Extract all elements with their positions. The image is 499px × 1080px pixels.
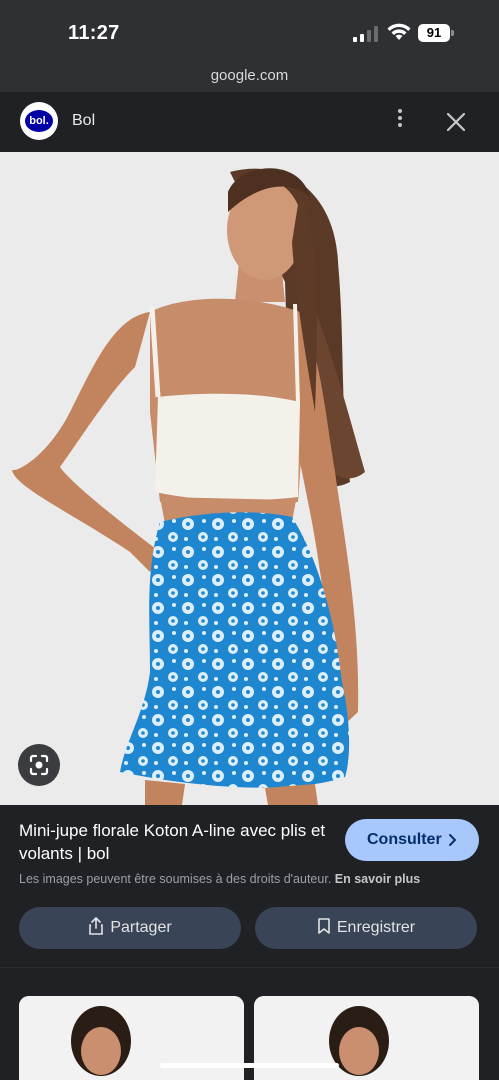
learn-more-link[interactable]: En savoir plus [335,872,420,886]
source-name[interactable]: Bol [72,112,95,130]
status-bar: 11:27 91 [0,0,499,62]
battery-icon: 91 [418,24,454,42]
bol-logo-text: bol. [25,110,53,132]
wifi-icon [387,23,411,40]
bol-logo[interactable]: bol. [20,102,58,140]
close-icon[interactable] [442,108,470,136]
url-bar[interactable]: google.com [0,62,499,92]
battery-level: 91 [418,24,450,42]
chevron-right-icon [449,834,457,846]
more-vertical-icon[interactable] [388,106,412,136]
share-icon [89,916,104,935]
share-button[interactable]: Partager [19,907,241,949]
url-text: google.com [210,67,289,84]
save-button[interactable]: Enregistrer [255,907,477,949]
status-time: 11:27 [68,22,120,44]
product-image[interactable] [0,152,499,805]
copyright-notice: Les images peuvent être soumises à des d… [19,872,489,886]
bookmark-icon [318,917,330,934]
result-info-panel: Mini-jupe florale Koton A-line avec plis… [0,805,499,967]
model-photo [0,152,499,805]
home-indicator[interactable] [160,1063,339,1068]
share-button-label: Partager [110,919,172,936]
save-button-label: Enregistrer [336,919,416,936]
consult-button-label: Consulter [367,831,442,848]
result-title[interactable]: Mini-jupe florale Koton A-line avec plis… [19,819,331,865]
consult-button[interactable]: Consulter [345,819,479,861]
google-lens-icon[interactable] [18,744,60,786]
copyright-text: Les images peuvent être soumises à des d… [19,872,332,886]
source-header: bol. Bol [0,92,499,152]
cellular-signal-icon [353,26,378,42]
